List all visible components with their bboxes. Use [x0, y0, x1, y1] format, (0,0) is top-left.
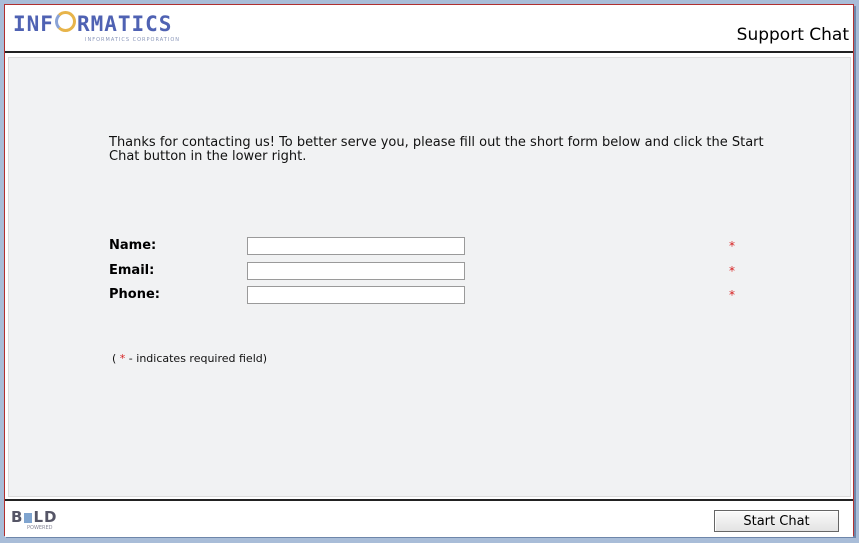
required-field-note: ( * - indicates required field)	[112, 352, 267, 365]
bold-powered-text: POWERED	[27, 525, 53, 531]
informatics-logo: INF RMATICS	[13, 11, 173, 36]
phone-input[interactable]	[247, 286, 465, 304]
phone-required-mark: *	[729, 288, 735, 302]
name-input[interactable]	[247, 237, 465, 255]
email-input[interactable]	[247, 262, 465, 280]
bold-logo-icon	[24, 513, 33, 523]
name-label: Name:	[109, 238, 157, 253]
header: INF RMATICS INFORMATICS CORPORATION Suppo…	[5, 5, 853, 53]
email-label: Email:	[109, 263, 155, 278]
page-title: Support Chat	[736, 25, 849, 45]
name-required-mark: *	[729, 239, 735, 253]
chat-window: INF RMATICS INFORMATICS CORPORATION Suppo…	[4, 4, 854, 537]
logo-tagline: INFORMATICS CORPORATION	[85, 37, 180, 43]
note-prefix: (	[112, 352, 120, 365]
email-required-mark: *	[729, 264, 735, 278]
footer: B LD POWERED Start Chat	[5, 499, 853, 537]
start-chat-button[interactable]: Start Chat	[714, 510, 839, 532]
bold-logo: B LD	[11, 508, 58, 526]
logo-ring-icon	[54, 11, 76, 32]
intro-text: Thanks for contacting us! To better serv…	[109, 135, 764, 164]
note-suffix: - indicates required field)	[125, 352, 268, 365]
phone-label: Phone:	[109, 287, 160, 302]
